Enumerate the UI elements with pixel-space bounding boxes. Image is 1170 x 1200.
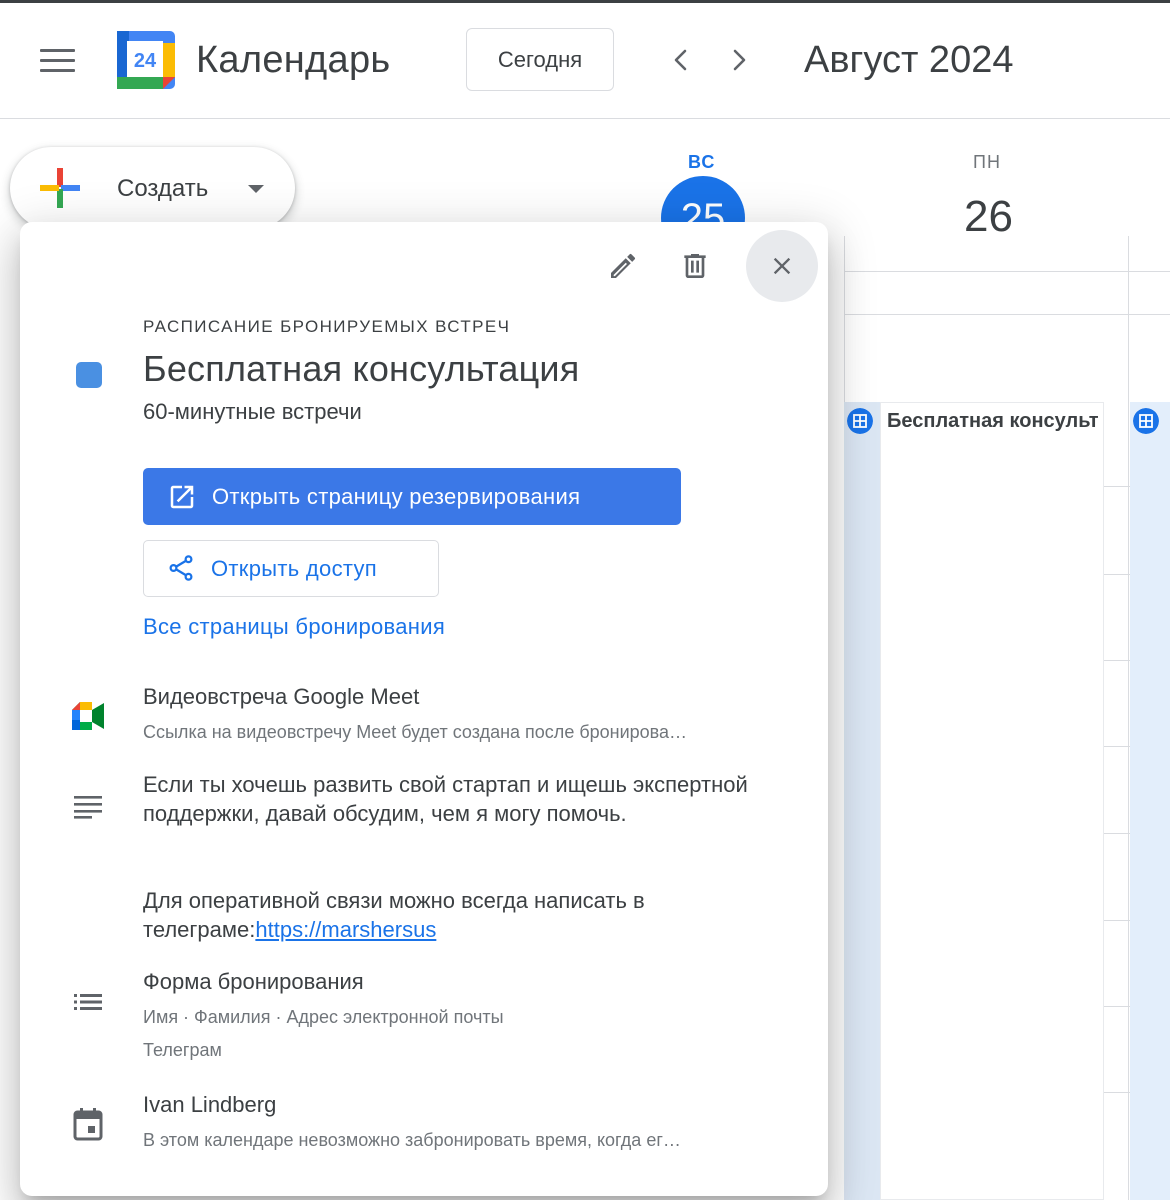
booking-form-fields: Имя · Фамилия · Адрес электронной почты — [143, 1007, 504, 1027]
appointment-duration: 60-минутные встречи — [143, 399, 362, 424]
all-booking-pages-link[interactable]: Все страницы бронирования — [143, 614, 445, 640]
delete-button[interactable] — [671, 242, 719, 290]
open-in-new-icon — [170, 485, 194, 509]
calendar-event-icon — [73, 1108, 103, 1141]
top-app-bar: 24 Календарь Сегодня Август 2024 — [0, 3, 1170, 119]
create-button[interactable]: Создать — [10, 147, 295, 229]
appointment-schedule-block[interactable] — [1130, 402, 1170, 1200]
current-month-title: Август 2024 — [804, 39, 1014, 81]
booking-form-title: Форма бронирования — [143, 969, 364, 994]
google-meet-icon — [72, 702, 104, 730]
share-button[interactable]: Открыть доступ — [143, 540, 439, 597]
booking-grid-icon — [1133, 408, 1159, 434]
description-contact: Для оперативной связи можно всегда напис… — [143, 886, 783, 944]
app-title: Календарь — [196, 39, 391, 81]
grid-event-title[interactable]: Бесплатная консульт — [887, 410, 1105, 433]
calendar-owner: Ivan Lindberg — [143, 1092, 277, 1117]
appointment-schedule-block[interactable] — [844, 402, 880, 1200]
list-icon — [74, 994, 102, 1010]
appointment-details-popup: РАСПИСАНИЕ БРОНИРУЕМЫХ ВСТРЕЧ Бесплатная… — [20, 222, 828, 1196]
popup-title: Бесплатная консультация — [143, 348, 580, 389]
meet-subtitle: Ссылка на видеовстречу Meet будет создан… — [143, 722, 688, 742]
edit-button[interactable] — [599, 242, 647, 290]
close-button[interactable] — [746, 230, 818, 302]
next-period-chevron-icon[interactable] — [724, 45, 754, 75]
event-color-swatch — [76, 362, 102, 388]
description-icon — [74, 796, 102, 819]
open-booking-page-label: Открыть страницу резервирования — [212, 483, 581, 509]
plus-icon — [40, 168, 80, 208]
appointment-schedule-block-body[interactable] — [880, 402, 1104, 1200]
description-paragraph: Если ты хочешь развить свой стартап и ищ… — [143, 772, 748, 826]
trash-icon — [684, 254, 706, 278]
telegram-link[interactable]: https://marshersus — [255, 917, 436, 942]
close-icon — [773, 257, 791, 275]
day-number-monday[interactable]: 26 — [964, 192, 1013, 242]
calendar-logo-icon: 24 — [117, 31, 175, 89]
today-button[interactable]: Сегодня — [466, 28, 614, 91]
day-of-week-sunday: ВС — [688, 152, 716, 172]
all-day-row-divider — [844, 271, 1170, 272]
schedule-type-label: РАСПИСАНИЕ БРОНИРУЕМЫХ ВСТРЕЧ — [143, 317, 511, 336]
calendar-availability-note: В этом календаре невозможно забронироват… — [143, 1130, 681, 1150]
main-menu-button[interactable] — [40, 49, 76, 73]
share-icon — [169, 555, 193, 581]
share-button-label: Открыть доступ — [211, 555, 378, 581]
day-of-week-monday: ПН — [973, 152, 1001, 172]
open-booking-page-button[interactable]: Открыть страницу резервирования — [143, 468, 681, 525]
meet-title: Видеовстреча Google Meet — [143, 684, 420, 709]
previous-period-chevron-icon[interactable] — [666, 45, 696, 75]
chevron-down-icon — [248, 185, 264, 193]
create-button-label: Создать — [117, 175, 209, 202]
booking-form-fields-extra: Телеграм — [143, 1040, 222, 1060]
logo-day-number: 24 — [134, 50, 157, 72]
pencil-icon — [611, 253, 636, 278]
grid-column-divider — [1128, 236, 1129, 1200]
grid-hour-line — [844, 314, 1170, 315]
booking-grid-icon — [847, 408, 873, 434]
